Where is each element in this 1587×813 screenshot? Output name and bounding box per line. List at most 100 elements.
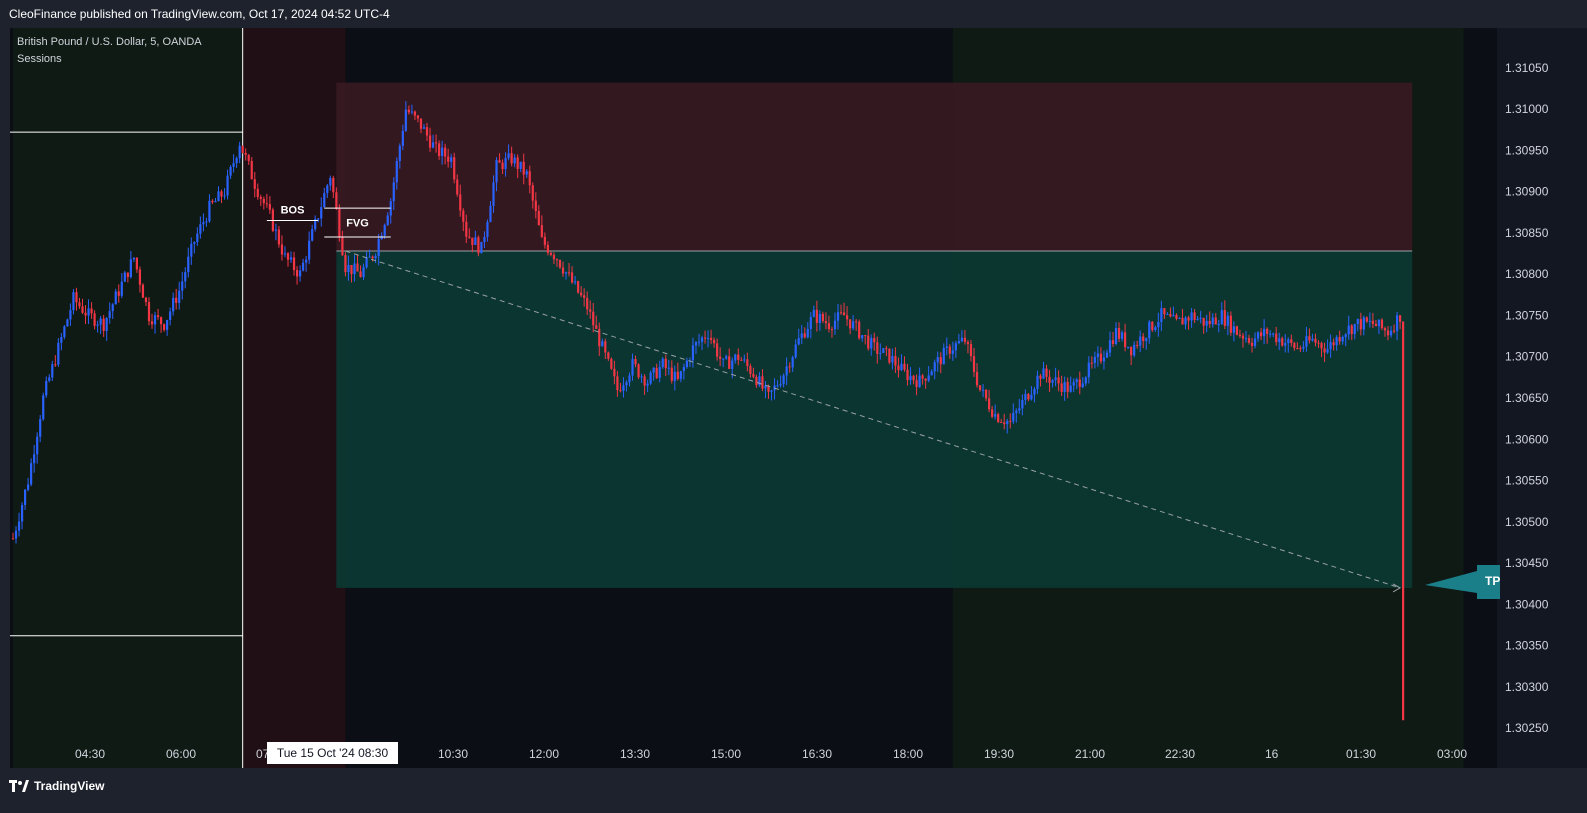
candle-body — [1389, 330, 1393, 336]
candle-body — [1006, 420, 1009, 425]
candle-body — [978, 385, 982, 391]
candle-body — [1154, 327, 1157, 331]
candle-body — [870, 338, 873, 349]
time-tick-label: 15:00 — [711, 747, 742, 761]
candle-body — [607, 352, 610, 359]
candle-body — [803, 333, 806, 338]
candle-body — [903, 363, 906, 370]
candle-body — [528, 171, 531, 186]
candle-body — [1299, 348, 1302, 350]
time-tick-label: 19:30 — [984, 747, 1015, 761]
candle-body — [942, 347, 945, 365]
candle-body — [664, 358, 667, 369]
candle-body — [1205, 320, 1208, 326]
candle-body — [126, 272, 129, 278]
candle-body — [226, 175, 229, 196]
candle-body — [842, 312, 846, 316]
candle-body — [924, 378, 927, 381]
candle-body — [1287, 339, 1290, 344]
time-tick-label: 13:30 — [620, 747, 651, 761]
candle-body — [1054, 377, 1057, 381]
published-caption: CleoFinance published on TradingView.com… — [9, 7, 390, 21]
candle-body — [208, 200, 211, 222]
candle-body — [332, 177, 335, 193]
candle-body — [1244, 338, 1248, 340]
candle-body — [573, 281, 577, 283]
candle-body — [374, 255, 377, 259]
candle-body — [800, 333, 803, 339]
candle-body — [144, 297, 148, 303]
candle-body — [444, 147, 447, 157]
candle-body — [401, 130, 404, 146]
candle-body — [812, 309, 815, 317]
bos-label: BOS — [281, 205, 305, 217]
candle-body — [655, 367, 658, 378]
candle-body — [818, 313, 821, 324]
time-tick-label: 10:30 — [438, 747, 469, 761]
candle-body — [1123, 332, 1127, 348]
candle-body — [11, 538, 15, 540]
candle-body — [344, 255, 347, 273]
candle-body — [495, 160, 498, 183]
session-band-1 — [242, 28, 346, 768]
candle — [453, 152, 456, 184]
candle-body — [885, 348, 888, 350]
candle-body — [848, 319, 852, 329]
candle-body — [1296, 348, 1299, 350]
candle-body — [280, 244, 284, 255]
candle-body — [1377, 319, 1381, 327]
candle-body — [422, 127, 426, 129]
candle-body — [649, 372, 652, 384]
candle-body — [1036, 375, 1039, 389]
candle-body — [425, 127, 429, 136]
candle-body — [434, 142, 438, 144]
price-tick-label: 1.30650 — [1505, 391, 1549, 405]
candle-body — [988, 398, 991, 410]
candle-body — [135, 257, 139, 270]
candle-body — [1353, 324, 1356, 335]
candle-body — [703, 337, 707, 339]
tp-flag[interactable]: TP — [1425, 563, 1500, 603]
candle-body — [770, 390, 773, 392]
candle-body — [1072, 381, 1075, 386]
candle-body — [1187, 317, 1190, 321]
candle-body — [99, 318, 102, 325]
candle-body — [1130, 346, 1133, 356]
candle-body — [891, 356, 894, 363]
candle-body — [398, 145, 401, 161]
candle-body — [187, 256, 190, 273]
candle-body — [839, 312, 843, 314]
right-panel-strip — [1557, 28, 1587, 768]
candle — [637, 363, 640, 379]
candle-body — [779, 384, 782, 386]
symbol-title[interactable]: British Pound / U.S. Dollar, 5, OANDA — [17, 34, 202, 51]
candle-body — [489, 205, 492, 223]
candle-body — [1142, 336, 1145, 342]
price-chart[interactable]: BOS FVG — [10, 28, 1497, 768]
candle-body — [235, 158, 238, 164]
chart-area[interactable]: BOS FVG British Pound / U.S. Dollar, 5, … — [10, 28, 1497, 768]
candle-body — [416, 115, 420, 119]
candle-body — [1202, 317, 1205, 326]
candle-body — [546, 244, 549, 253]
indicator-sessions[interactable]: Sessions — [17, 51, 202, 68]
candle-body — [1290, 339, 1293, 344]
price-tick-label: 1.31000 — [1505, 102, 1549, 116]
candle-body — [788, 366, 791, 368]
stop-loss-zone — [336, 82, 1413, 252]
candle-body — [295, 270, 299, 277]
candle-body — [728, 356, 731, 369]
candle-body — [1374, 323, 1378, 327]
candle-body — [909, 375, 912, 381]
tradingview-logo[interactable]: TradingView — [9, 779, 104, 793]
candle-body — [63, 326, 66, 338]
candle-body — [888, 348, 891, 363]
candle-body — [190, 243, 193, 257]
candle-body — [150, 321, 154, 325]
candle-body — [169, 311, 172, 321]
candle-body — [501, 162, 504, 170]
price-tick-label: 1.30450 — [1505, 556, 1549, 570]
candle-body — [1081, 383, 1084, 388]
candle-body — [156, 315, 160, 318]
price-scale[interactable]: 1.31050 1.31000 1.30950 1.30900 1.30850 1.308… — [1497, 28, 1557, 768]
